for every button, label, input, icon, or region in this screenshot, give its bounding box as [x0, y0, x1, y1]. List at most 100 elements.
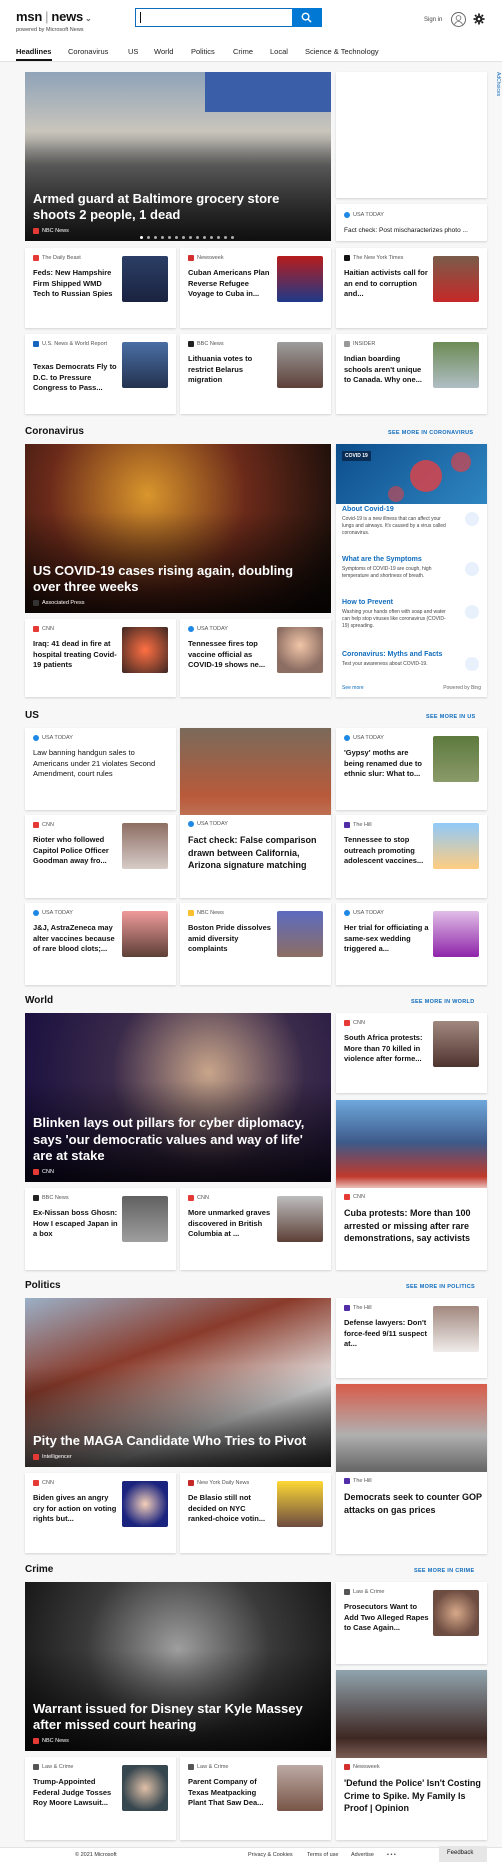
feature-story[interactable]: CNN Cuba protests: More than 100 arreste… — [336, 1100, 487, 1270]
story-card[interactable]: Law & Crime Prosecutors Want to Add Two … — [336, 1582, 487, 1664]
advertise-link[interactable]: Advertise — [351, 1852, 374, 1858]
section-title-world[interactable]: World — [25, 995, 53, 1006]
tab-crime[interactable]: Crime — [233, 47, 253, 56]
hero-story[interactable]: Armed guard at Baltimore grocery store s… — [25, 72, 331, 241]
covid-see-more[interactable]: See more — [342, 685, 364, 691]
story-thumbnail — [433, 256, 479, 302]
hero-headline[interactable]: Blinken lays out pillars for cyber diplo… — [33, 1115, 321, 1164]
story-thumbnail — [277, 627, 323, 673]
story-thumbnail — [122, 342, 168, 388]
story-card[interactable]: CNN Biden gives an angry cry for action … — [25, 1473, 176, 1553]
more-icon[interactable]: • • • — [387, 1852, 396, 1858]
hero-headline[interactable]: Warrant issued for Disney star Kyle Mass… — [33, 1701, 321, 1734]
hero-story[interactable]: Pity the MAGA Candidate Who Tries to Piv… — [25, 1298, 331, 1467]
story-card[interactable]: CNN South Africa protests: More than 70 … — [336, 1013, 487, 1093]
hero-story[interactable]: Warrant issued for Disney star Kyle Mass… — [25, 1582, 331, 1751]
hero-story[interactable]: US COVID-19 cases rising again, doubling… — [25, 444, 331, 613]
tab-politics[interactable]: Politics — [191, 47, 215, 56]
story-card[interactable]: The Hill Tennessee to stop outreach prom… — [336, 815, 487, 898]
section-title-crime[interactable]: Crime — [25, 1564, 53, 1575]
story-card[interactable]: The Hill Defense lawyers: Don't force-fe… — [336, 1298, 487, 1378]
user-avatar-icon[interactable] — [451, 12, 466, 27]
story-card[interactable]: BBC News Ex-Nissan boss Ghosn: How I esc… — [25, 1188, 176, 1270]
story-card[interactable]: CNN Iraq: 41 dead in fire at hospital tr… — [25, 619, 176, 697]
story-thumbnail — [433, 1306, 479, 1352]
story-card[interactable]: INSIDER Indian boarding schools aren't u… — [336, 334, 487, 414]
story-card[interactable]: U.S. News & World Report Texas Democrats… — [25, 334, 176, 414]
section-title-coronavirus[interactable]: Coronavirus — [25, 426, 84, 437]
covid-myths[interactable]: Coronavirus: Myths and Facts Test your a… — [342, 651, 481, 671]
feature-story[interactable]: The Hill Democrats seek to counter GOP a… — [336, 1384, 487, 1554]
story-card[interactable]: USA TODAY Tennessee fires top vaccine of… — [180, 619, 331, 697]
msn-logo[interactable]: msn | news ⌄ — [16, 9, 92, 24]
section-title-us[interactable]: US — [25, 710, 39, 721]
story-thumbnail — [122, 256, 168, 302]
story-card[interactable]: Law & Crime Parent Company of Texas Meat… — [180, 1757, 331, 1840]
advertisement[interactable] — [336, 72, 487, 198]
story-card[interactable]: New York Daily News De Blasio still not … — [180, 1473, 331, 1553]
search-button[interactable] — [292, 8, 322, 27]
see-more-crime[interactable]: SEE MORE IN CRIME — [414, 1568, 474, 1574]
story-card[interactable]: USA TODAY Her trial for officiating a sa… — [336, 903, 487, 985]
hero-story[interactable]: Blinken lays out pillars for cyber diplo… — [25, 1013, 331, 1182]
feature-story[interactable]: USA TODAY Fact check: False comparison d… — [180, 728, 331, 898]
see-more-politics[interactable]: SEE MORE IN POLITICS — [406, 1284, 475, 1290]
ap-icon — [33, 600, 39, 606]
covid-about[interactable]: About Covid-19 Covid-19 is a new illness… — [342, 506, 481, 536]
story-card[interactable]: The Daily Beast Feds: New Hampshire Firm… — [25, 248, 176, 328]
brand-name: msn — [16, 9, 43, 24]
tab-local[interactable]: Local — [270, 47, 288, 56]
tab-us[interactable]: US — [128, 47, 138, 56]
category-nav: Headlines Coronavirus US World Politics … — [0, 38, 502, 62]
see-more-coronavirus[interactable]: SEE MORE IN CORONAVIRUS — [388, 430, 473, 436]
privacy-link[interactable]: Privacy & Cookies — [248, 1852, 293, 1858]
section-name: news — [51, 9, 84, 24]
feature-story[interactable]: Newsweek 'Defund the Police' Isn't Costi… — [336, 1670, 487, 1840]
story-card[interactable]: USA TODAY 'Gypsy' moths are being rename… — [336, 728, 487, 810]
terms-link[interactable]: Terms of use — [307, 1852, 338, 1858]
story-card[interactable]: CNN More unmarked graves discovered in B… — [180, 1188, 331, 1270]
carousel-dots[interactable] — [140, 236, 234, 239]
adchoices-label[interactable]: AdChoices — [487, 72, 501, 112]
story-card[interactable]: BBC News Lithuania votes to restrict Bel… — [180, 334, 331, 414]
powered-by-bing: Powered by Bing — [443, 685, 481, 691]
see-more-us[interactable]: SEE MORE IN US — [426, 714, 475, 720]
story-card[interactable]: USA TODAY Law banning handgun sales to A… — [25, 728, 176, 810]
signin-link[interactable]: Sign in — [424, 17, 442, 23]
hero-headline[interactable]: Armed guard at Baltimore grocery store s… — [33, 191, 321, 224]
story-thumbnail — [122, 823, 168, 869]
story-thumbnail — [122, 1196, 168, 1242]
covid-prevent[interactable]: How to Prevent Washing your hands often … — [342, 599, 481, 629]
covid-symptoms[interactable]: What are the Symptoms Symptoms of COVID-… — [342, 556, 481, 580]
story-thumbnail — [122, 911, 168, 957]
virus-icon — [388, 452, 471, 502]
story-card[interactable]: USA TODAY J&J, AstraZeneca may alter vac… — [25, 903, 176, 985]
tab-headlines[interactable]: Headlines — [16, 47, 51, 56]
hero-source: Intelligencer — [33, 1454, 72, 1460]
gear-icon[interactable] — [473, 13, 485, 25]
hero-headline[interactable]: US COVID-19 cases rising again, doubling… — [33, 563, 321, 596]
tab-science-technology[interactable]: Science & Technology — [305, 47, 379, 56]
tab-world[interactable]: World — [154, 47, 173, 56]
tab-coronavirus[interactable]: Coronavirus — [68, 47, 108, 56]
story-thumbnail — [433, 1590, 479, 1636]
nbc-news-icon — [33, 228, 39, 234]
feedback-button[interactable]: Feedback — [439, 1846, 487, 1862]
see-more-world[interactable]: SEE MORE IN WORLD — [411, 999, 474, 1005]
story-card[interactable]: NBC News Boston Pride dissolves amid div… — [180, 903, 331, 985]
hero-headline[interactable]: Pity the MAGA Candidate Who Tries to Piv… — [33, 1433, 321, 1449]
story-card[interactable]: Newsweek Cuban Americans Plan Reverse Re… — [180, 248, 331, 328]
cnn-icon — [33, 1169, 39, 1175]
chevron-down-icon[interactable]: ⌄ — [85, 14, 92, 23]
section-title-politics[interactable]: Politics — [25, 1280, 61, 1291]
info-icon — [465, 512, 479, 526]
powered-by: powered by Microsoft News — [16, 27, 84, 33]
story-card[interactable]: The New York Times Haitian activists cal… — [336, 248, 487, 328]
side-story[interactable]: USA TODAY Fact check: Post mischaracteri… — [336, 204, 487, 241]
search-icon — [301, 12, 312, 23]
story-card[interactable]: Law & Crime Trump-Appointed Federal Judg… — [25, 1757, 176, 1840]
copyright: © 2021 Microsoft — [75, 1852, 117, 1858]
story-thumbnail — [122, 627, 168, 673]
covid-info-panel: COVID 19 About Covid-19 Covid-19 is a ne… — [336, 444, 487, 697]
story-card[interactable]: CNN Rioter who followed Capitol Police O… — [25, 815, 176, 898]
